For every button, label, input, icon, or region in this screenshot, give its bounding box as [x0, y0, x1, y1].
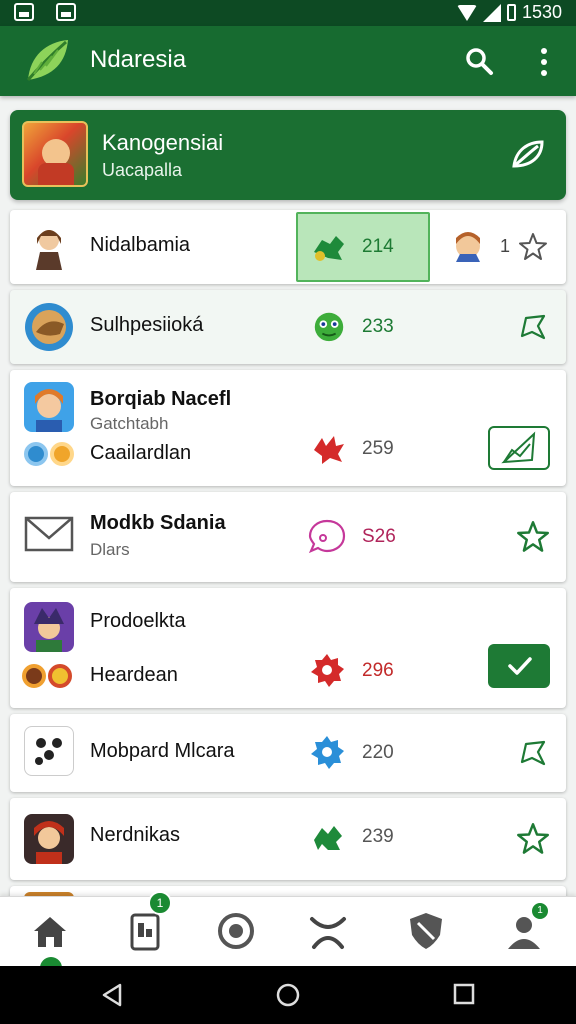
status-bar: 1530 [0, 0, 576, 26]
gallery-notification-icon [56, 3, 76, 21]
item-count: S26 [362, 526, 396, 547]
item-count: 233 [362, 316, 394, 337]
item-label: Modkb Sdania [90, 512, 226, 534]
list-item[interactable]: Prodoelkta Heardean 296 [10, 588, 566, 708]
recents-icon[interactable] [452, 982, 476, 1006]
notification-badge: 1 [148, 891, 172, 915]
system-navigation-bar [0, 966, 576, 1024]
list-item[interactable]: Modkb Sdania Dlars S26 [10, 492, 566, 582]
more-options-icon[interactable] [534, 46, 554, 78]
item-extra-count: 1 [500, 236, 511, 256]
star-icon[interactable] [518, 232, 548, 262]
bookmark-star-icon[interactable] [518, 738, 548, 768]
featured-banner[interactable]: Kanogensiai Uacapalla [10, 110, 566, 200]
app-bar: Ndaresia [0, 26, 576, 96]
list-item[interactable]: Mobpard Mlcara 220 [10, 714, 566, 792]
item-count: 220 [362, 742, 394, 763]
home-system-icon[interactable] [275, 982, 301, 1008]
item-title: Prodoelkta [90, 610, 186, 632]
badge-pair-icon [24, 442, 74, 466]
signal-icon [482, 3, 501, 22]
list-item[interactable]: Borqiab Nacefl Gatchtabh Caailardlan 259 [10, 370, 566, 486]
item-subtitle: Dlars [90, 540, 130, 559]
item-count: 296 [362, 660, 394, 681]
battery-icon [506, 4, 516, 21]
character-avatar-icon [24, 814, 74, 864]
image-notification-icon [14, 3, 34, 21]
notification-badge: 1 [530, 901, 550, 921]
search-icon[interactable] [464, 46, 494, 76]
star-icon[interactable] [516, 520, 550, 554]
envelope-icon [24, 516, 74, 552]
item-count: 214 [362, 236, 394, 257]
bottom-navigation: 1 1 [0, 891, 576, 979]
item-count: 259 [362, 438, 394, 459]
item-count: 239 [362, 826, 394, 847]
target-icon[interactable] [214, 909, 258, 953]
character-avatar-icon [24, 382, 74, 432]
item-label: Sulhpesiioká [90, 314, 204, 336]
item-label: Nerdnikas [90, 824, 181, 846]
status-time: 1530 [521, 2, 562, 22]
featured-game-thumbnail [22, 121, 88, 187]
hand-game-icon [24, 302, 74, 352]
wifi-icon [456, 4, 477, 21]
dice-icon [24, 726, 74, 776]
star-icon[interactable] [516, 822, 550, 856]
bookmark-star-icon[interactable] [518, 312, 548, 342]
item-subtitle: Gatchtabh [90, 414, 169, 433]
blue-gear-icon [311, 736, 344, 769]
recycle-icon [314, 826, 342, 850]
featured-subtitle: Uacapalla [102, 160, 183, 180]
home-icon[interactable] [28, 909, 72, 953]
red-gear-icon [311, 654, 344, 687]
leaf-action-icon[interactable] [510, 136, 546, 172]
shield-icon[interactable] [404, 909, 448, 953]
open-chart-button[interactable] [488, 426, 550, 470]
character-avatar-icon [24, 602, 74, 652]
featured-title: Kanogensiai [102, 130, 224, 155]
character-avatar-icon [24, 222, 74, 272]
red-burst-icon [314, 436, 344, 464]
app-title: Ndaresia [90, 46, 187, 73]
puzzle-icon [314, 236, 344, 261]
item-label: Mobpard Mlcara [90, 740, 235, 762]
pink-chat-icon [308, 519, 346, 554]
back-icon[interactable] [100, 982, 126, 1008]
confirm-button[interactable] [488, 644, 550, 688]
list-item[interactable]: Nerdnikas 239 [10, 798, 566, 880]
item-title: Borqiab Nacefl [90, 388, 232, 410]
character-avatar-icon [456, 232, 480, 262]
cup-icon[interactable] [306, 909, 350, 953]
item-label: Nidalbamia [90, 234, 191, 256]
monster-icon [314, 312, 344, 342]
list-item[interactable]: Nidalbamia 214 1 [10, 210, 566, 284]
list-item[interactable]: Sulhpesiioká 233 [10, 290, 566, 364]
item-label: Caailardlan [90, 442, 192, 464]
leaf-logo-icon [26, 40, 68, 81]
badge-pair-icon [22, 664, 72, 688]
phone-icon[interactable] [124, 909, 168, 953]
item-label: Heardean [90, 664, 178, 686]
